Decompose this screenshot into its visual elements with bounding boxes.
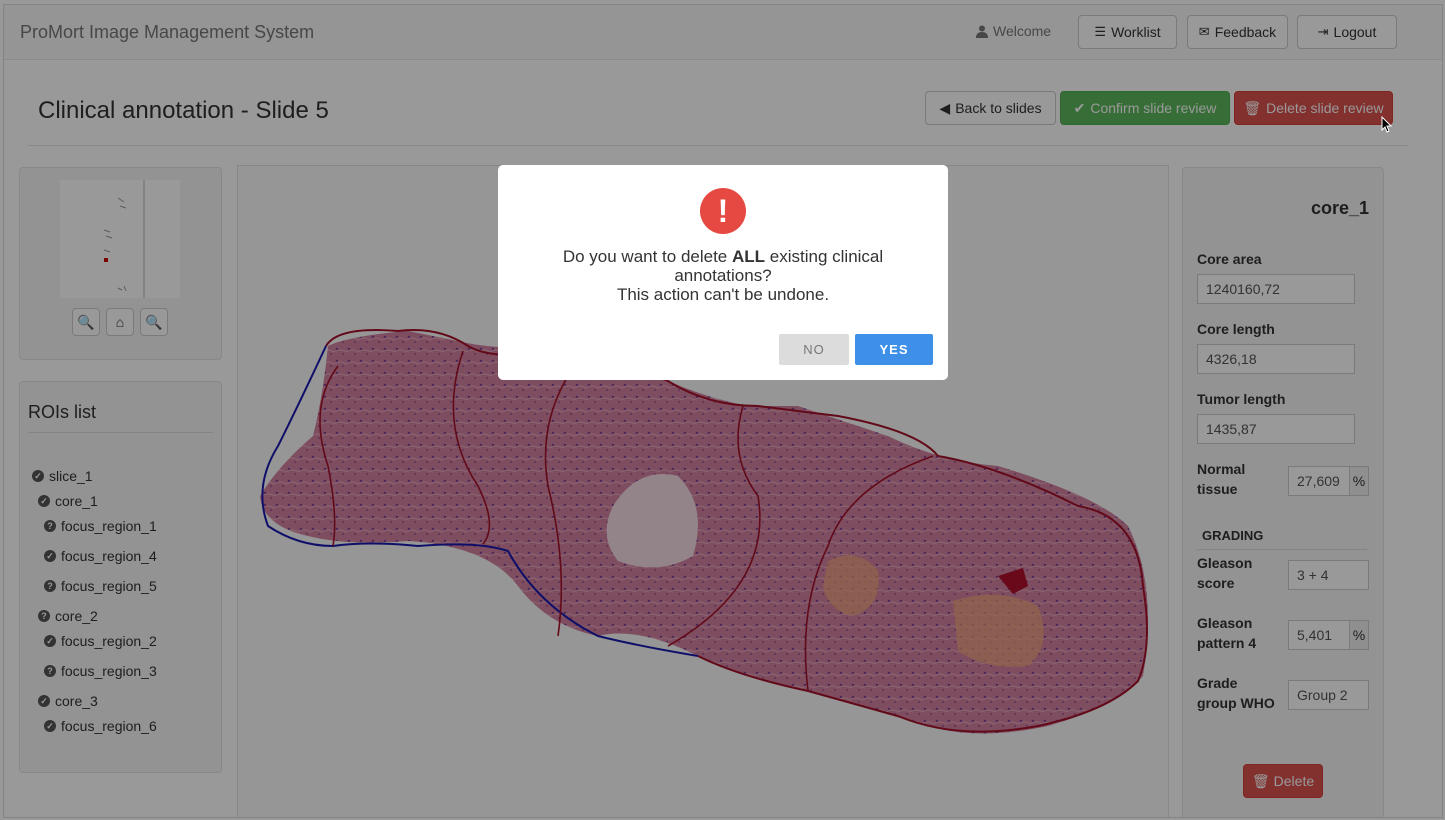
cursor-icon xyxy=(1381,116,1393,133)
dialog-message: Do you want to delete ALL existing clini… xyxy=(562,247,884,304)
modal-overlay[interactable] xyxy=(0,0,1445,820)
no-button[interactable]: NO xyxy=(779,334,849,365)
confirm-dialog: ! Do you want to delete ALL existing cli… xyxy=(498,165,948,380)
yes-button[interactable]: YES xyxy=(855,334,933,365)
exclamation-icon: ! xyxy=(700,188,746,234)
